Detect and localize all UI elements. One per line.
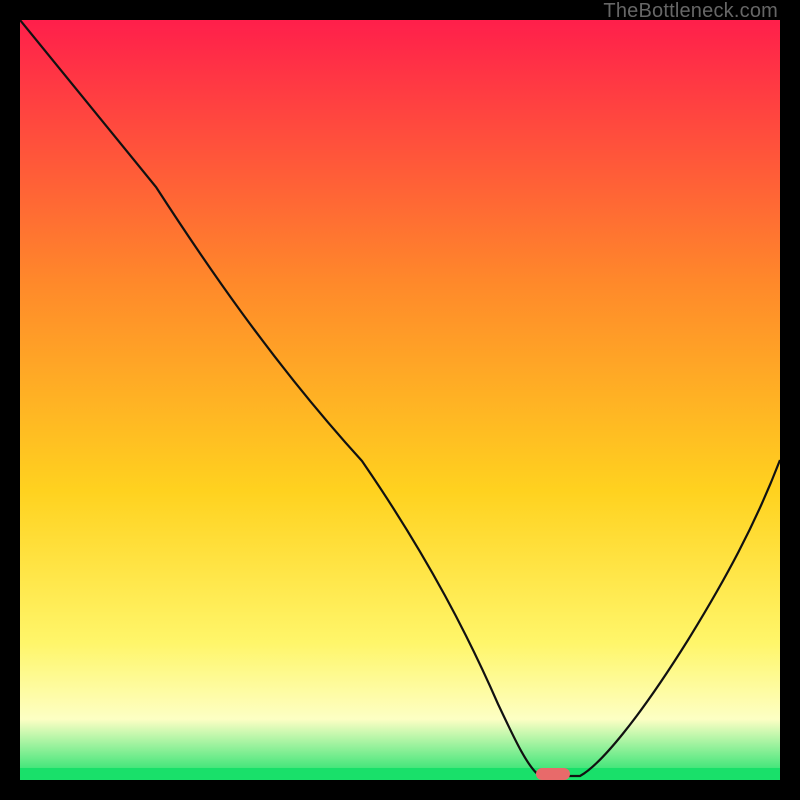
green-baseline-band [20, 768, 780, 780]
bottleneck-chart [20, 20, 780, 780]
optimal-marker [536, 768, 570, 780]
gradient-background [20, 20, 780, 780]
